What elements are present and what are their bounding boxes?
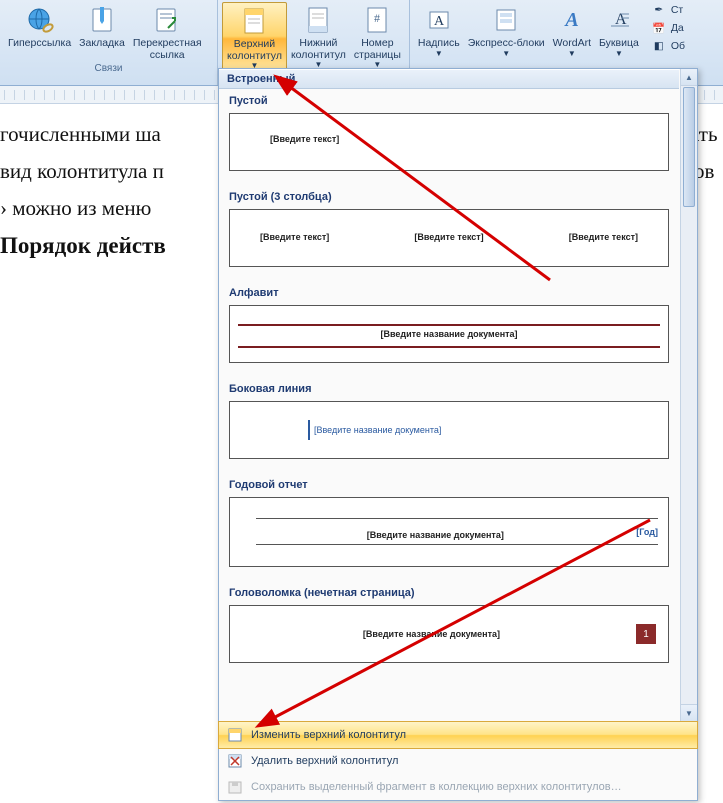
gallery-item-label: Головоломка (нечетная страница) bbox=[219, 581, 679, 601]
gallery-item-label: Пустой bbox=[219, 89, 679, 109]
scroll-up-button[interactable]: ▲ bbox=[681, 69, 697, 86]
crossref-button[interactable]: Перекрестная ссылка bbox=[129, 2, 206, 63]
bookmark-label: Закладка bbox=[79, 38, 125, 50]
crossref-icon bbox=[151, 4, 183, 36]
object-button[interactable]: ◧ Об bbox=[651, 38, 685, 54]
doc-line: вид колонтитула п bbox=[0, 159, 164, 183]
header-gallery-dropdown: Встроенный Пустой [Введите текст] Пустой… bbox=[218, 68, 698, 801]
textbox-icon: A bbox=[423, 4, 455, 36]
remove-header-menuitem[interactable]: Удалить верхний колонтитул bbox=[219, 748, 697, 774]
gallery-item-preview-alphabet[interactable]: [Введите название документа] bbox=[229, 305, 669, 363]
dropdown-arrow-icon: ▼ bbox=[568, 49, 576, 58]
doc-line: гочисленными ша bbox=[0, 122, 161, 146]
svg-text:A: A bbox=[563, 9, 578, 31]
footer-button[interactable]: Нижний колонтитул ▼ bbox=[287, 2, 350, 71]
object-icon: ◧ bbox=[651, 38, 667, 54]
quickparts-button[interactable]: Экспресс-блоки ▼ bbox=[464, 2, 549, 60]
save-header-icon bbox=[227, 779, 243, 795]
gallery-scrollbar[interactable]: ▲ ▼ bbox=[680, 69, 697, 721]
datetime-button[interactable]: 📅 Да bbox=[651, 20, 685, 36]
save-header-label: Сохранить выделенный фрагмент в коллекци… bbox=[251, 781, 622, 793]
gallery-footer: Изменить верхний колонтитул Удалить верх… bbox=[219, 721, 697, 800]
svg-text:#: # bbox=[374, 11, 380, 25]
dropcap-button[interactable]: A Буквица ▼ bbox=[595, 2, 643, 60]
bookmark-button[interactable]: Закладка bbox=[75, 2, 129, 52]
header-button[interactable]: Верхний колонтитул ▼ bbox=[222, 2, 287, 73]
calendar-icon: 📅 bbox=[651, 20, 667, 36]
scroll-down-button[interactable]: ▼ bbox=[681, 704, 697, 721]
edit-header-label: Изменить верхний колонтитул bbox=[251, 729, 406, 741]
wordart-button[interactable]: A WordArt ▼ bbox=[549, 2, 595, 60]
gallery-item-preview-puzzle[interactable]: [Введите название документа] 1 bbox=[229, 605, 669, 663]
pagenumber-button[interactable]: # Номер страницы ▼ bbox=[350, 2, 405, 71]
remove-header-label: Удалить верхний колонтитул bbox=[251, 755, 398, 767]
footer-label: Нижний колонтитул bbox=[291, 38, 346, 61]
header-icon bbox=[238, 5, 270, 37]
gallery-item-preview-sideline[interactable]: [Введите название документа] bbox=[229, 401, 669, 459]
gallery-item-preview-annual[interactable]: [Введите название документа] [Год] bbox=[229, 497, 669, 567]
hyperlink-button[interactable]: Гиперссылка bbox=[4, 2, 75, 52]
gallery-item-label: Алфавит bbox=[219, 281, 679, 301]
gallery-item-label: Годовой отчет bbox=[219, 473, 679, 493]
dropdown-arrow-icon: ▼ bbox=[615, 49, 623, 58]
wordart-icon: A bbox=[556, 4, 588, 36]
crossref-label: Перекрестная ссылка bbox=[133, 38, 202, 61]
pagenumber-icon: # bbox=[361, 4, 393, 36]
gallery-item-preview-empty[interactable]: [Введите текст] bbox=[229, 113, 669, 171]
gallery-item-label: Пустой (3 столбца) bbox=[219, 185, 679, 205]
globe-link-icon bbox=[24, 4, 56, 36]
signature-icon: ✒ bbox=[651, 2, 667, 18]
remove-header-icon bbox=[227, 753, 243, 769]
svg-text:A: A bbox=[434, 14, 445, 29]
dropdown-arrow-icon: ▼ bbox=[435, 49, 443, 58]
group-links-caption: Связи bbox=[4, 63, 213, 75]
gallery-item-preview-three-col[interactable]: [Введите текст] [Введите текст] [Введите… bbox=[229, 209, 669, 267]
signature-line-button[interactable]: ✒ Ст bbox=[651, 2, 685, 18]
bookmark-icon bbox=[86, 4, 118, 36]
textbox-button[interactable]: A Надпись ▼ bbox=[414, 2, 464, 60]
edit-header-icon bbox=[227, 727, 243, 743]
gallery-item-label: Боковая линия bbox=[219, 377, 679, 397]
header-label: Верхний колонтитул bbox=[227, 39, 282, 62]
edit-header-menuitem[interactable]: Изменить верхний колонтитул bbox=[218, 721, 698, 749]
quickparts-icon bbox=[490, 4, 522, 36]
ribbon-group-links: Гиперссылка Закладка Перекрестная ссылка… bbox=[0, 0, 218, 85]
pagenumber-label: Номер страницы bbox=[354, 38, 401, 61]
dropdown-arrow-icon: ▼ bbox=[502, 49, 510, 58]
gallery-category: Встроенный bbox=[219, 69, 679, 89]
hyperlink-label: Гиперссылка bbox=[8, 38, 71, 50]
dropcap-icon: A bbox=[603, 4, 635, 36]
scroll-thumb[interactable] bbox=[683, 87, 695, 207]
save-header-menuitem: Сохранить выделенный фрагмент в коллекци… bbox=[219, 774, 697, 800]
footer-icon bbox=[302, 4, 334, 36]
